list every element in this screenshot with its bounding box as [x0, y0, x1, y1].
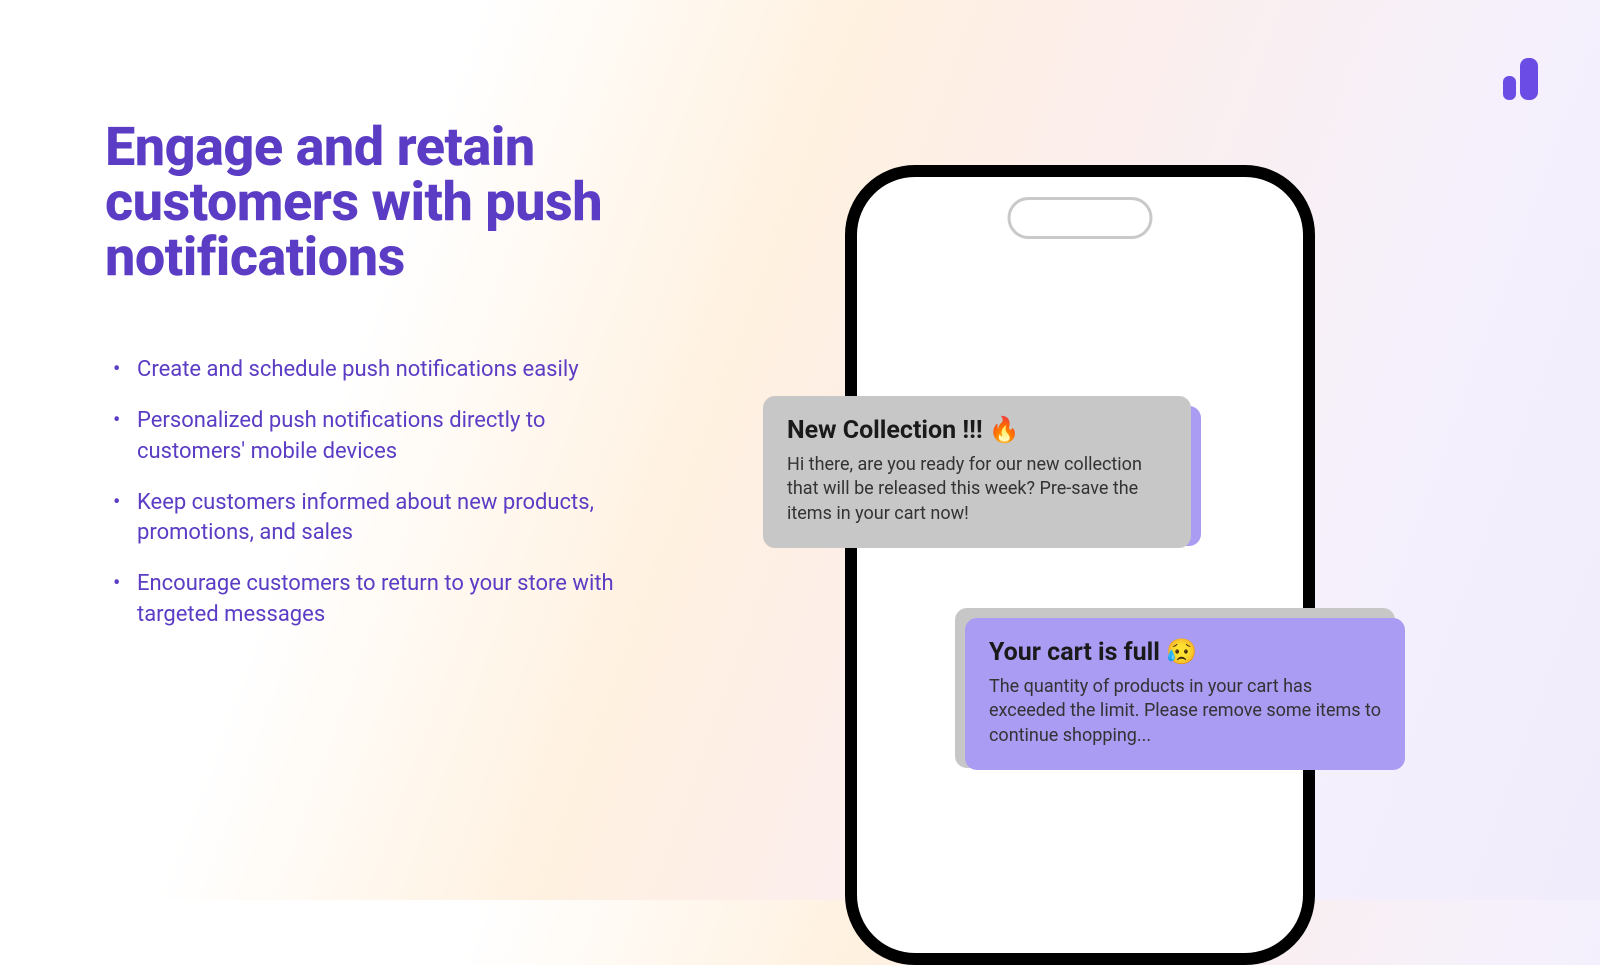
logo-bar-large-icon: [1520, 58, 1538, 100]
feature-item: Encourage customers to return to your st…: [105, 569, 625, 631]
page-heading: Engage and retain customers with push no…: [105, 120, 705, 285]
notification-body: The quantity of products in your cart ha…: [989, 675, 1381, 748]
logo-bar-small-icon: [1503, 76, 1516, 100]
notification-body: Hi there, are you ready for our new coll…: [787, 453, 1167, 526]
notification-title: Your cart is full 😥: [989, 638, 1381, 667]
phone-mockup: [845, 165, 1315, 965]
notification-card-new-collection: New Collection !!! 🔥 Hi there, are you r…: [763, 396, 1191, 548]
notification-title: New Collection !!! 🔥: [787, 416, 1167, 445]
brand-logo: [1503, 58, 1538, 100]
feature-list: Create and schedule push notifications e…: [105, 355, 705, 631]
feature-item: Personalized push notifications directly…: [105, 406, 625, 468]
notification-card-cart-full: Your cart is full 😥 The quantity of prod…: [965, 618, 1405, 770]
text-content: Engage and retain customers with push no…: [105, 120, 705, 651]
phone-notch-icon: [1008, 197, 1153, 239]
feature-item: Keep customers informed about new produc…: [105, 488, 625, 550]
feature-item: Create and schedule push notifications e…: [105, 355, 625, 386]
